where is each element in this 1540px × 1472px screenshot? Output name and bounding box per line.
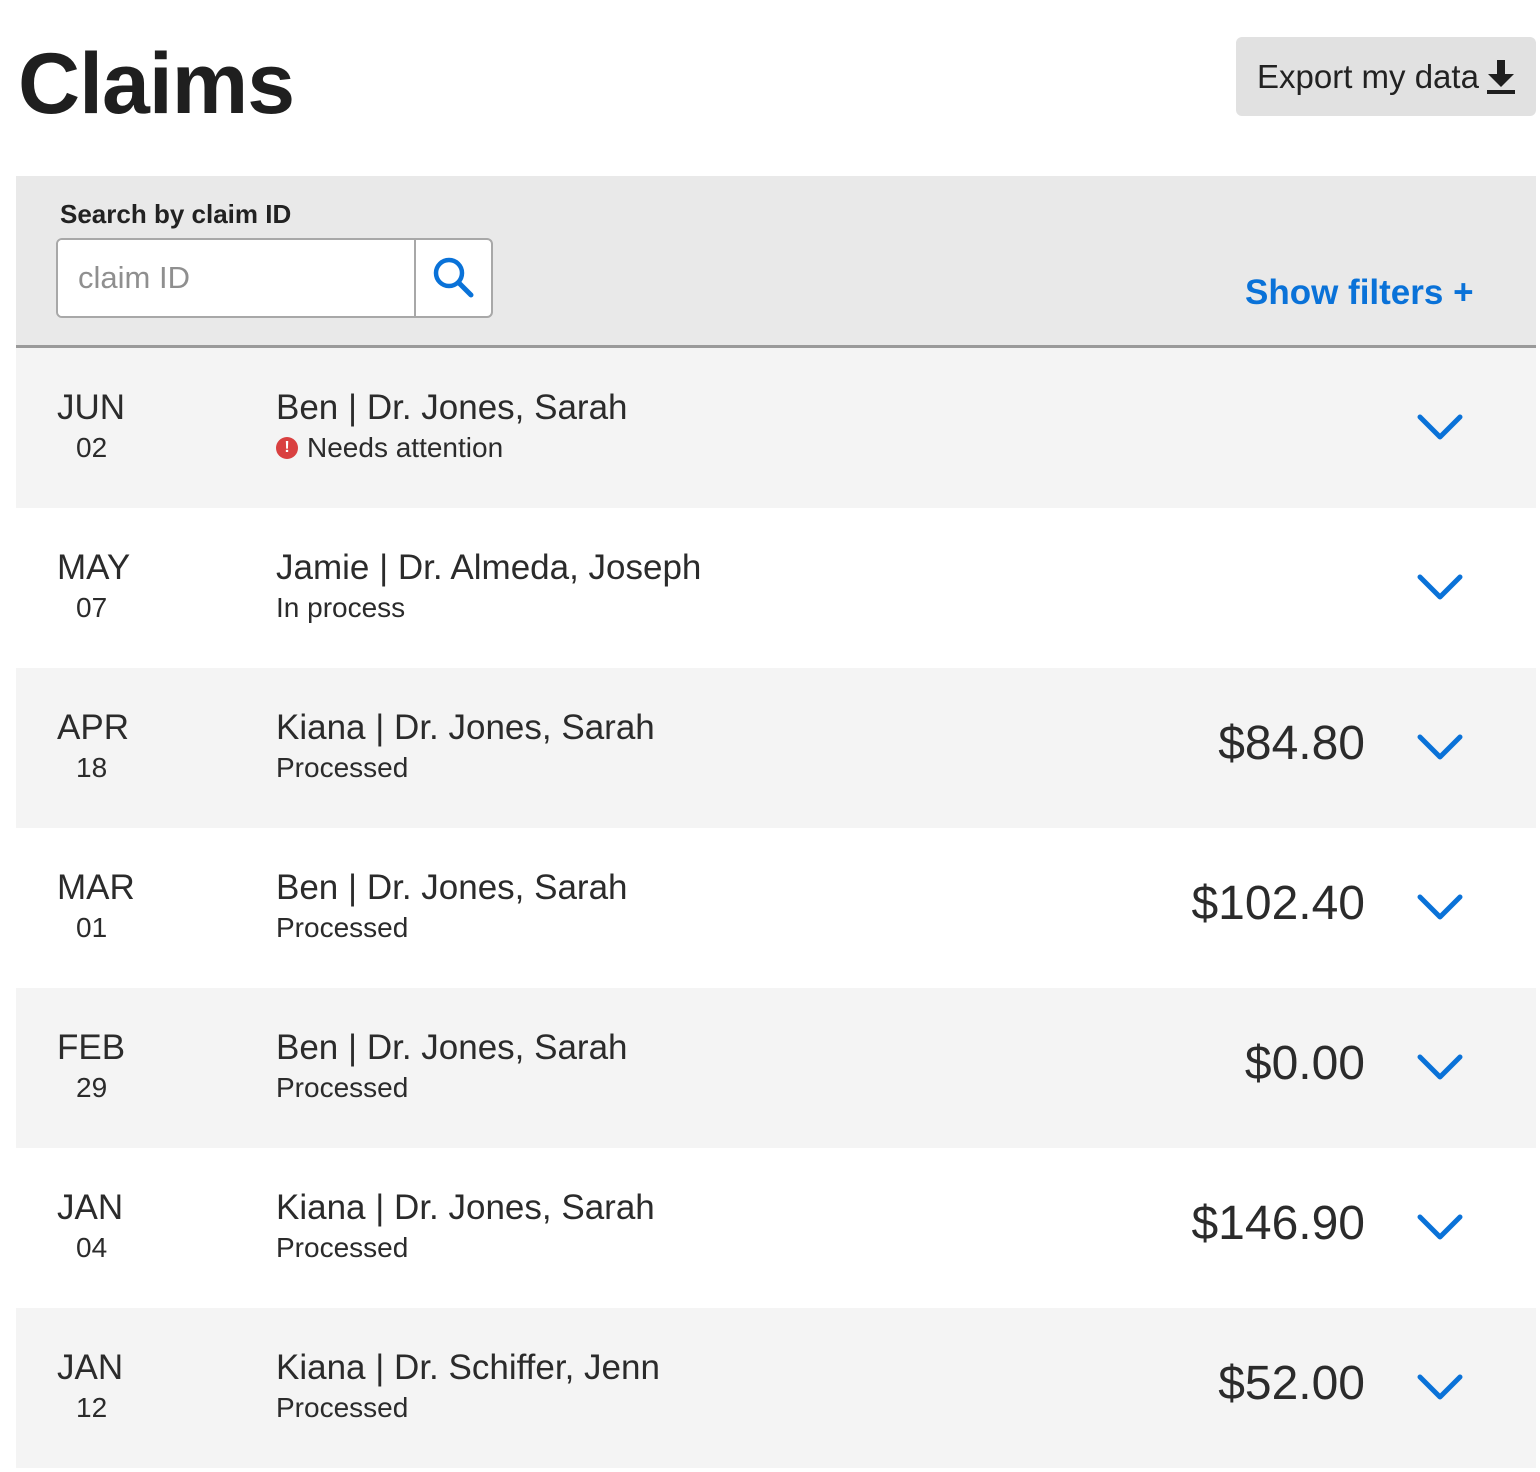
claim-amount: $0.00 bbox=[1244, 1037, 1365, 1090]
chevron-down-icon[interactable] bbox=[1416, 731, 1464, 763]
claim-status-label: Processed bbox=[276, 752, 409, 783]
claim-day: 02 bbox=[76, 432, 108, 463]
export-button-label: Export my data bbox=[1257, 57, 1479, 95]
chevron-down-icon[interactable] bbox=[1416, 891, 1464, 923]
export-data-button[interactable]: Export my data bbox=[1236, 37, 1536, 116]
claim-title: Ben | Dr. Jones, Sarah bbox=[276, 868, 628, 907]
claim-day: 12 bbox=[76, 1392, 108, 1423]
search-icon bbox=[433, 257, 473, 298]
claim-status-label: Processed bbox=[276, 912, 409, 943]
claim-day: 29 bbox=[76, 1072, 108, 1103]
claim-month: FEB bbox=[57, 1028, 126, 1067]
chevron-down-icon[interactable] bbox=[1416, 1211, 1464, 1243]
alert-icon: ! bbox=[276, 437, 298, 459]
claim-row[interactable]: JUN 02 Ben | Dr. Jones, Sarah ! Needs at… bbox=[16, 348, 1536, 508]
claim-month: JAN bbox=[57, 1348, 124, 1387]
claim-title: Kiana | Dr. Jones, Sarah bbox=[276, 708, 655, 747]
claim-month: MAR bbox=[57, 868, 135, 907]
search-panel: Search by claim ID Show filters + bbox=[16, 176, 1536, 348]
claim-amount: $84.80 bbox=[1218, 717, 1365, 770]
claim-amount: $52.00 bbox=[1218, 1357, 1365, 1410]
claim-status: ! Processed bbox=[276, 910, 408, 946]
claim-status-label: Processed bbox=[276, 1232, 409, 1263]
page-title: Claims bbox=[18, 36, 295, 132]
claim-row[interactable]: MAR 01 Ben | Dr. Jones, Sarah ! Processe… bbox=[16, 828, 1536, 988]
search-label: Search by claim ID bbox=[60, 199, 292, 229]
claim-row[interactable]: JAN 12 Kiana | Dr. Schiffer, Jenn ! Proc… bbox=[16, 1308, 1536, 1468]
chevron-down-icon[interactable] bbox=[1416, 411, 1464, 443]
chevron-down-icon[interactable] bbox=[1416, 1051, 1464, 1083]
chevron-down-icon[interactable] bbox=[1416, 571, 1464, 603]
download-icon bbox=[1487, 60, 1515, 94]
claim-amount: $146.90 bbox=[1191, 1197, 1365, 1250]
claim-id-search-input[interactable] bbox=[58, 240, 414, 316]
claim-month: APR bbox=[57, 708, 129, 747]
claim-row[interactable]: APR 18 Kiana | Dr. Jones, Sarah ! Proces… bbox=[16, 668, 1536, 828]
claims-list: JUN 02 Ben | Dr. Jones, Sarah ! Needs at… bbox=[16, 348, 1536, 1468]
search-box bbox=[56, 238, 493, 318]
chevron-down-icon[interactable] bbox=[1416, 1371, 1464, 1403]
claim-status-label: Processed bbox=[276, 1392, 409, 1423]
claim-status: ! In process bbox=[276, 590, 405, 626]
claim-status: ! Processed bbox=[276, 750, 408, 786]
claim-day: 01 bbox=[76, 912, 108, 943]
claim-row[interactable]: JAN 04 Kiana | Dr. Jones, Sarah ! Proces… bbox=[16, 1148, 1536, 1308]
claim-title: Ben | Dr. Jones, Sarah bbox=[276, 1028, 628, 1067]
claim-month: JAN bbox=[57, 1188, 124, 1227]
claim-day: 18 bbox=[76, 752, 108, 783]
claim-month: JUN bbox=[57, 388, 126, 427]
claim-amount: $102.40 bbox=[1191, 877, 1365, 930]
claim-status: ! Processed bbox=[276, 1070, 408, 1106]
claim-status-label: Processed bbox=[276, 1072, 409, 1103]
search-button[interactable] bbox=[414, 240, 491, 316]
claim-status: ! Processed bbox=[276, 1390, 408, 1426]
claim-day: 04 bbox=[76, 1232, 108, 1263]
claim-status: ! Needs attention bbox=[276, 430, 503, 466]
claim-title: Kiana | Dr. Jones, Sarah bbox=[276, 1188, 655, 1227]
claim-day: 07 bbox=[76, 592, 108, 623]
show-filters-link[interactable]: Show filters + bbox=[1245, 273, 1474, 313]
claim-title: Jamie | Dr. Almeda, Joseph bbox=[276, 548, 702, 587]
claim-title: Ben | Dr. Jones, Sarah bbox=[276, 388, 628, 427]
claim-month: MAY bbox=[57, 548, 131, 587]
claim-status-label: In process bbox=[276, 592, 406, 623]
claim-status-label: Needs attention bbox=[307, 432, 504, 463]
claim-status: ! Processed bbox=[276, 1230, 408, 1266]
claim-row[interactable]: FEB 29 Ben | Dr. Jones, Sarah ! Processe… bbox=[16, 988, 1536, 1148]
claim-row[interactable]: MAY 07 Jamie | Dr. Almeda, Joseph ! In p… bbox=[16, 508, 1536, 668]
claim-title: Kiana | Dr. Schiffer, Jenn bbox=[276, 1348, 660, 1387]
